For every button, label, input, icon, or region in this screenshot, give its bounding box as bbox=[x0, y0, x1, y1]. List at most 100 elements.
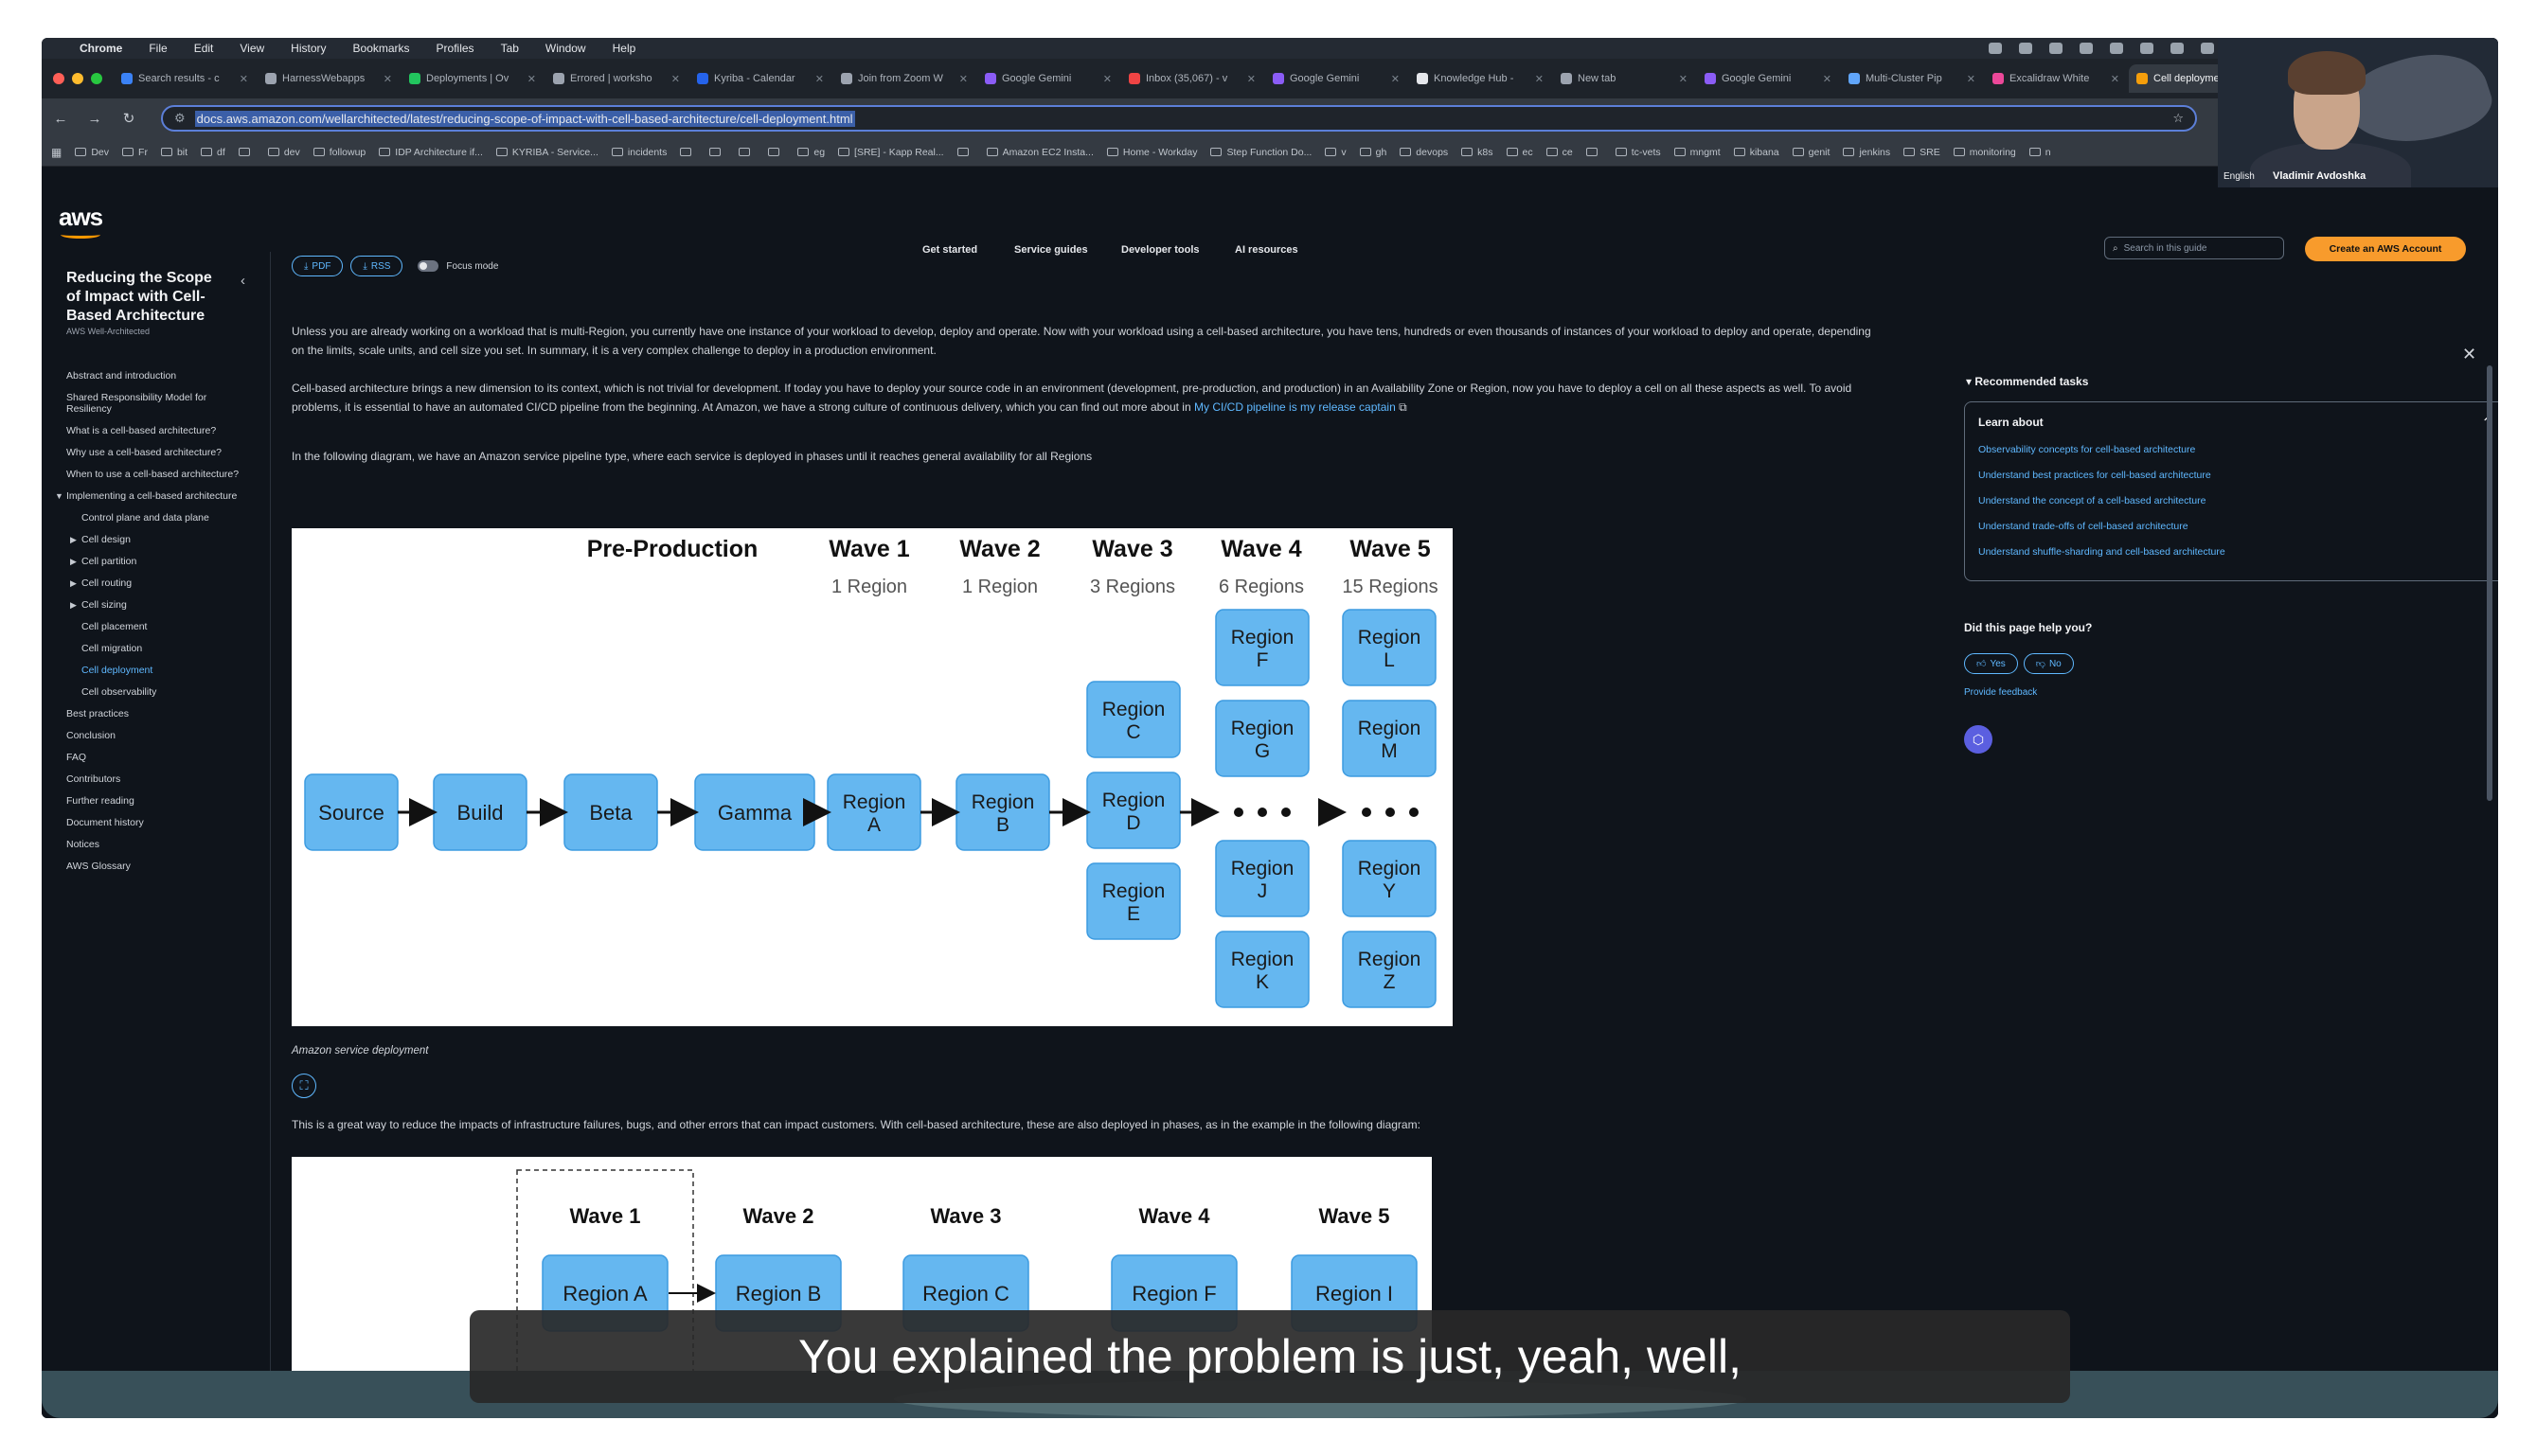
pdf-button[interactable]: ⤓ PDF bbox=[292, 256, 344, 276]
bookmark-item[interactable]: IDP Architecture if... bbox=[379, 147, 483, 158]
close-tab-icon[interactable]: ✕ bbox=[671, 73, 680, 85]
status-icon[interactable] bbox=[2170, 43, 2184, 54]
status-icon[interactable] bbox=[2201, 43, 2214, 54]
browser-tab[interactable]: Excalidraw White ✕ bbox=[1985, 64, 2127, 93]
close-tab-icon[interactable]: ✕ bbox=[384, 73, 392, 85]
sidebar-item[interactable]: Cell migration bbox=[66, 643, 252, 654]
bookmark-item[interactable]: Amazon EC2 Insta... bbox=[986, 147, 1094, 158]
bookmark-item[interactable]: SRE bbox=[1903, 147, 1940, 158]
menu-edit[interactable]: Edit bbox=[181, 42, 227, 55]
browser-tab[interactable]: Kyriba - Calendar ✕ bbox=[689, 64, 831, 93]
sidebar-item[interactable]: Conclusion bbox=[66, 730, 252, 741]
menu-help[interactable]: Help bbox=[599, 42, 650, 55]
caret-down-icon[interactable]: ▼ bbox=[55, 490, 66, 502]
bookmark-item[interactable]: [SRE] - Kapp Real... bbox=[838, 147, 944, 158]
browser-tab[interactable]: Deployments | Ov ✕ bbox=[402, 64, 544, 93]
back-arrow-icon[interactable]: ← bbox=[51, 111, 70, 127]
bookmark-item[interactable]: gh bbox=[1359, 147, 1386, 158]
search-input[interactable]: ⌕ Search in this guide bbox=[2104, 237, 2284, 259]
bookmark-item[interactable]: v bbox=[1325, 147, 1347, 158]
sidebar-item[interactable]: Further reading bbox=[66, 795, 252, 807]
close-tab-icon[interactable]: ✕ bbox=[527, 73, 536, 85]
sidebar-item[interactable]: Best practices bbox=[66, 708, 252, 719]
close-tab-icon[interactable]: ✕ bbox=[2111, 73, 2119, 85]
bookmark-item[interactable]: ec bbox=[1506, 147, 1533, 158]
browser-tab[interactable]: Inbox (35,067) - v ✕ bbox=[1121, 64, 1263, 93]
aws-logo[interactable]: aws bbox=[59, 203, 103, 239]
sidebar-item[interactable]: AWS Glossary bbox=[66, 861, 252, 872]
browser-tab[interactable]: Knowledge Hub - ✕ bbox=[1409, 64, 1551, 93]
page-scrollbar[interactable] bbox=[2487, 365, 2492, 801]
bookmark-item[interactable] bbox=[709, 148, 725, 156]
provide-feedback-link[interactable]: Provide feedback bbox=[1964, 687, 2037, 698]
sidebar-item[interactable]: ▶ Cell sizing bbox=[66, 599, 252, 611]
close-tab-icon[interactable]: ✕ bbox=[1823, 73, 1831, 85]
no-button[interactable]: 👎︎ No bbox=[2023, 653, 2074, 674]
sidebar-item[interactable]: Cell observability bbox=[66, 686, 252, 698]
sidebar-item[interactable]: Document history bbox=[66, 817, 252, 828]
status-icon[interactable] bbox=[2110, 43, 2123, 54]
bookmark-item[interactable]: Dev bbox=[75, 147, 109, 158]
menu-profiles[interactable]: Profiles bbox=[423, 42, 488, 55]
bookmark-item[interactable]: Step Function Do... bbox=[1210, 147, 1312, 158]
menu-view[interactable]: View bbox=[226, 42, 277, 55]
browser-tab[interactable]: Join from Zoom W ✕ bbox=[833, 64, 975, 93]
nav-ai-resources[interactable]: AI resources bbox=[1235, 244, 1298, 256]
sidebar-item[interactable]: Abstract and introduction bbox=[66, 370, 252, 382]
recommended-task-link[interactable]: Observability concepts for cell-based ar… bbox=[1978, 444, 2491, 455]
assistant-badge-icon[interactable]: ⬡ bbox=[1964, 725, 1992, 754]
close-tab-icon[interactable]: ✕ bbox=[1103, 73, 1112, 85]
release-captain-link[interactable]: My CI/CD pipeline is my release captain bbox=[1194, 400, 1396, 414]
bookmark-item[interactable] bbox=[238, 148, 255, 156]
sidebar-item[interactable]: Contributors bbox=[66, 773, 252, 785]
recommended-tasks-title[interactable]: ▾ Recommended tasks bbox=[1966, 375, 2088, 388]
sidebar-item[interactable]: FAQ bbox=[66, 752, 252, 763]
status-icon[interactable] bbox=[2080, 43, 2093, 54]
bookmark-item[interactable] bbox=[680, 148, 696, 156]
sidebar-item[interactable]: Cell placement bbox=[66, 621, 252, 632]
bookmark-item[interactable]: KYRIBA - Service... bbox=[495, 147, 598, 158]
close-tab-icon[interactable]: ✕ bbox=[1679, 73, 1688, 85]
bookmark-item[interactable] bbox=[956, 148, 973, 156]
menu-history[interactable]: History bbox=[277, 42, 339, 55]
bookmark-item[interactable]: df bbox=[201, 147, 225, 158]
collapse-sidebar-icon[interactable]: ‹ bbox=[241, 273, 245, 289]
close-tab-icon[interactable]: ✕ bbox=[1535, 73, 1544, 85]
bookmark-item[interactable]: n bbox=[2028, 147, 2051, 158]
bookmark-item[interactable]: kibana bbox=[1733, 147, 1779, 158]
browser-tab[interactable]: Google Gemini ✕ bbox=[977, 64, 1119, 93]
bookmark-item[interactable]: dev bbox=[267, 147, 300, 158]
sidebar-item[interactable]: When to use a cell-based architecture? bbox=[66, 469, 252, 480]
bookmark-item[interactable]: Fr bbox=[122, 147, 148, 158]
close-tab-icon[interactable]: ✕ bbox=[1391, 73, 1400, 85]
close-tab-icon[interactable]: ✕ bbox=[1967, 73, 1975, 85]
sidebar-item[interactable]: Shared Responsibility Model for Resilien… bbox=[66, 392, 252, 415]
caret-right-icon[interactable]: ▶ bbox=[70, 599, 81, 611]
rss-button[interactable]: ⤓ RSS bbox=[350, 256, 403, 276]
bookmark-item[interactable]: ce bbox=[1545, 147, 1573, 158]
recommended-task-link[interactable]: Understand shuffle-sharding and cell-bas… bbox=[1978, 546, 2491, 558]
close-tab-icon[interactable]: ✕ bbox=[815, 73, 824, 85]
caret-right-icon[interactable]: ▶ bbox=[70, 577, 81, 589]
menu-chrome[interactable]: Chrome bbox=[66, 42, 135, 55]
close-tab-icon[interactable]: ✕ bbox=[240, 73, 248, 85]
status-icon[interactable] bbox=[2140, 43, 2153, 54]
close-icon[interactable]: ✕ bbox=[2462, 345, 2476, 364]
bookmark-item[interactable] bbox=[768, 148, 784, 156]
recommended-task-link[interactable]: Understand trade-offs of cell-based arch… bbox=[1978, 521, 2491, 532]
sidebar-item[interactable]: ▼ Implementing a cell-based architecture bbox=[55, 490, 241, 502]
close-tab-icon[interactable]: ✕ bbox=[959, 73, 968, 85]
browser-tab[interactable]: HarnessWebapps ✕ bbox=[258, 64, 400, 93]
caret-right-icon[interactable]: ▶ bbox=[70, 534, 81, 545]
maximize-window-button[interactable] bbox=[91, 73, 102, 84]
create-account-button[interactable]: Create an AWS Account bbox=[2305, 237, 2466, 261]
recommended-task-link[interactable]: Understand the concept of a cell-based a… bbox=[1978, 495, 2491, 506]
bookmark-item[interactable]: eg bbox=[797, 147, 825, 158]
recommended-task-link[interactable]: Understand best practices for cell-based… bbox=[1978, 470, 2491, 481]
browser-tab[interactable]: Search results - c ✕ bbox=[114, 64, 256, 93]
bookmark-item[interactable]: genit bbox=[1792, 147, 1830, 158]
sidebar-item[interactable]: ▶ Cell routing bbox=[66, 577, 252, 589]
bookmark-item[interactable]: k8s bbox=[1461, 147, 1493, 158]
menu-tab[interactable]: Tab bbox=[488, 42, 532, 55]
nav-service-guides[interactable]: Service guides bbox=[1014, 244, 1088, 256]
